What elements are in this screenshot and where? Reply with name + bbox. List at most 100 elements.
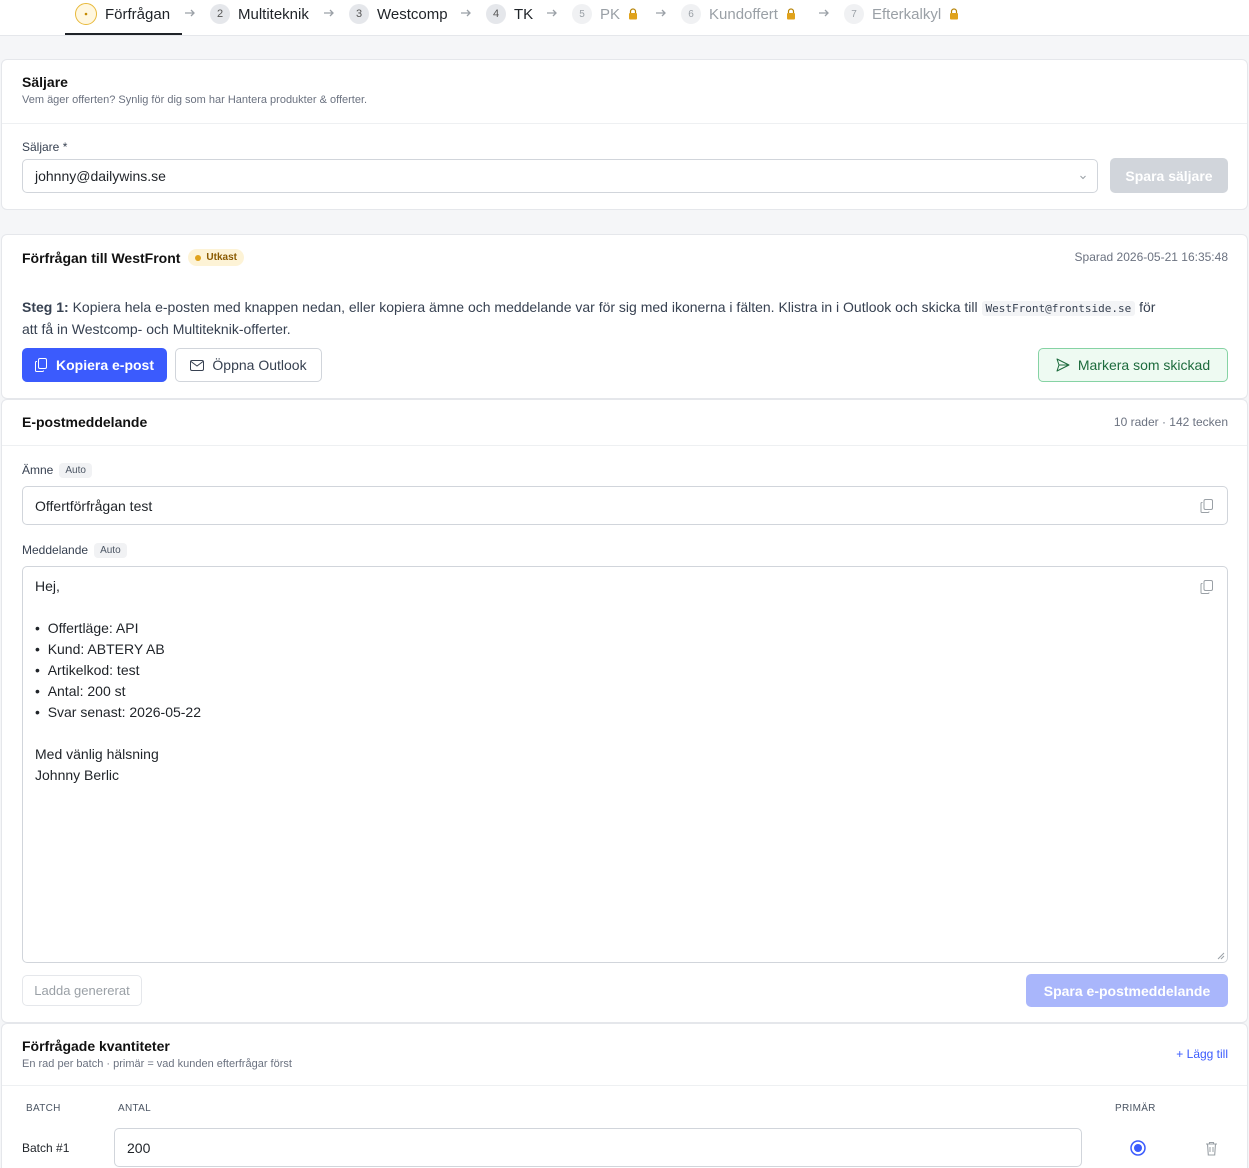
mail-icon	[190, 359, 205, 371]
lock-icon	[629, 8, 638, 20]
quantities-subtitle: En rad per batch · primär = vad kunden e…	[22, 1058, 292, 1070]
save-email-button[interactable]: Spara e-postmeddelande	[1026, 974, 1228, 1007]
step-number: 3	[349, 4, 369, 24]
lock-icon	[950, 8, 959, 20]
step-pk: 5 PK	[572, 3, 638, 25]
message-greeting: Hej,	[35, 578, 60, 594]
email-meta: 10 rader · 142 tecken	[1113, 415, 1228, 429]
copy-icon[interactable]	[1200, 499, 1214, 513]
subject-label: Ämne Auto	[22, 463, 92, 479]
arrow-right-icon	[547, 9, 557, 17]
step-label: TK	[514, 5, 534, 23]
step-text-continued: att få in Westcomp- och Multiteknik-offe…	[22, 321, 291, 337]
quantity-value: 200	[127, 1139, 151, 1156]
seller-field-label: Säljare *	[22, 140, 68, 154]
message-bullet: • Artikelkod: test	[35, 662, 140, 678]
step-efterkalkyl: 7 Efterkalkyl	[844, 3, 959, 25]
quantities-title: Förfrågade kvantiteter	[22, 1038, 170, 1054]
copy-icon	[34, 358, 47, 372]
step-label: Efterkalkyl	[872, 5, 942, 23]
add-quantity-link[interactable]: + Lägg till	[1176, 1047, 1228, 1061]
step-label: Förfrågan	[105, 5, 171, 23]
subject-input[interactable]: Offertförfrågan test	[22, 486, 1228, 525]
trash-icon[interactable]	[1205, 1141, 1218, 1156]
step-label: Westcomp	[377, 5, 448, 23]
active-step-underline	[65, 33, 182, 35]
subject-value: Offertförfrågan test	[35, 497, 153, 514]
message-bullet: • Antal: 200 st	[35, 683, 126, 699]
mark-sent-button[interactable]: Markera som skickad	[1038, 348, 1228, 382]
mark-sent-label: Markera som skickad	[1077, 357, 1211, 373]
message-bullet-text: Kund: ABTERY AB	[47, 641, 165, 657]
step-bold: Steg 1:	[22, 299, 69, 315]
status-badge-label: Utkast	[206, 252, 237, 263]
request-title: Förfrågan till WestFront	[22, 249, 181, 266]
copy-icon[interactable]	[1200, 580, 1214, 594]
divider	[2, 123, 1247, 124]
load-generated-button[interactable]: Ladda genererat	[22, 975, 142, 1006]
step-multiteknik[interactable]: 2 Multiteknik	[210, 3, 309, 25]
arrow-right-icon	[656, 9, 666, 17]
message-bullet-text: Offertläge: API	[47, 620, 139, 636]
primary-radio[interactable]	[1130, 1140, 1146, 1156]
step-text-end: för	[1135, 299, 1156, 315]
message-bullet: • Svar senast: 2026-05-22	[35, 704, 202, 720]
column-header-batch: BATCH	[26, 1103, 61, 1114]
divider	[2, 445, 1247, 446]
step-label: PK	[600, 5, 621, 23]
chevron-down-icon	[1080, 175, 1086, 180]
arrow-right-icon	[324, 9, 334, 17]
step-tk[interactable]: 4 TK	[486, 3, 533, 25]
divider	[2, 1085, 1247, 1086]
message-signature: Johnny Berlic	[35, 767, 120, 783]
copy-email-label: Kopiera e-post	[55, 357, 154, 373]
message-closing: Med vänlig hälsning	[35, 746, 159, 762]
send-icon	[1056, 358, 1070, 372]
step-number: 6	[681, 4, 701, 24]
batch-label: Batch #1	[22, 1141, 70, 1155]
save-seller-button[interactable]: Spara säljare	[1110, 158, 1228, 193]
arrow-right-icon	[185, 9, 195, 17]
message-bullet: • Offertläge: API	[35, 620, 139, 636]
subject-label-text: Ämne	[22, 463, 54, 477]
seller-select[interactable]: johnny@dailywins.se	[22, 159, 1098, 193]
recipient-email: WestFront@frontside.se	[981, 301, 1136, 316]
step-forfragan[interactable]: Förfrågan	[75, 3, 170, 25]
message-bullet-text: Antal: 200 st	[47, 683, 126, 699]
message-bullet: • Kund: ABTERY AB	[35, 641, 165, 657]
instructions-text: Steg 1: Kopiera hela e-posten med knappe…	[22, 297, 1222, 339]
arrow-right-icon	[819, 9, 829, 17]
step-number: 5	[572, 4, 592, 24]
column-header-antal: ANTAL	[118, 1103, 151, 1114]
copy-email-button[interactable]: Kopiera e-post	[22, 348, 167, 382]
seller-subtitle: Vem äger offerten? Synlig för dig som ha…	[22, 94, 368, 106]
seller-title: Säljare	[22, 74, 68, 90]
step-number: 2	[210, 4, 230, 24]
status-dot-icon	[195, 254, 202, 261]
auto-badge: Auto	[94, 543, 127, 559]
message-bullet-text: Svar senast: 2026-05-22	[47, 704, 202, 720]
step-label: Kundoffert	[709, 5, 778, 23]
message-label-text: Meddelande	[22, 543, 89, 557]
quantity-input[interactable]: 200	[114, 1128, 1082, 1167]
email-title: E-postmeddelande	[22, 414, 148, 430]
request-card: Förfrågan till WestFront Utkast Sparad 2…	[1, 234, 1248, 399]
step-number: 4	[486, 4, 506, 24]
column-header-primary: PRIMÄR	[1115, 1103, 1156, 1114]
message-body: Hej, • Offertläge: API • Kund: ABTERY AB…	[35, 576, 201, 786]
step-text: Kopiera hela e-posten med knappen nedan,…	[68, 299, 982, 315]
message-label: Meddelande Auto	[22, 543, 127, 559]
open-outlook-button[interactable]: Öppna Outlook	[175, 348, 322, 382]
step-active-indicator	[75, 3, 97, 25]
arrow-right-icon	[461, 9, 471, 17]
email-card: E-postmeddelande 10 rader · 142 tecken Ä…	[1, 399, 1248, 1023]
progress-stepper: Förfrågan 2 Multiteknik 3 Westcomp 4 TK …	[0, 0, 1249, 36]
auto-badge: Auto	[59, 463, 92, 479]
step-kundoffert: 6 Kundoffert	[681, 3, 796, 25]
step-westcomp[interactable]: 3 Westcomp	[349, 3, 448, 25]
resize-handle-icon[interactable]	[1217, 952, 1225, 960]
quantities-card: Förfrågade kvantiteter En rad per batch …	[1, 1023, 1248, 1168]
status-badge: Utkast	[188, 249, 244, 266]
message-textarea[interactable]: Hej, • Offertläge: API • Kund: ABTERY AB…	[22, 566, 1228, 963]
message-bullet-text: Artikelkod: test	[47, 662, 140, 678]
